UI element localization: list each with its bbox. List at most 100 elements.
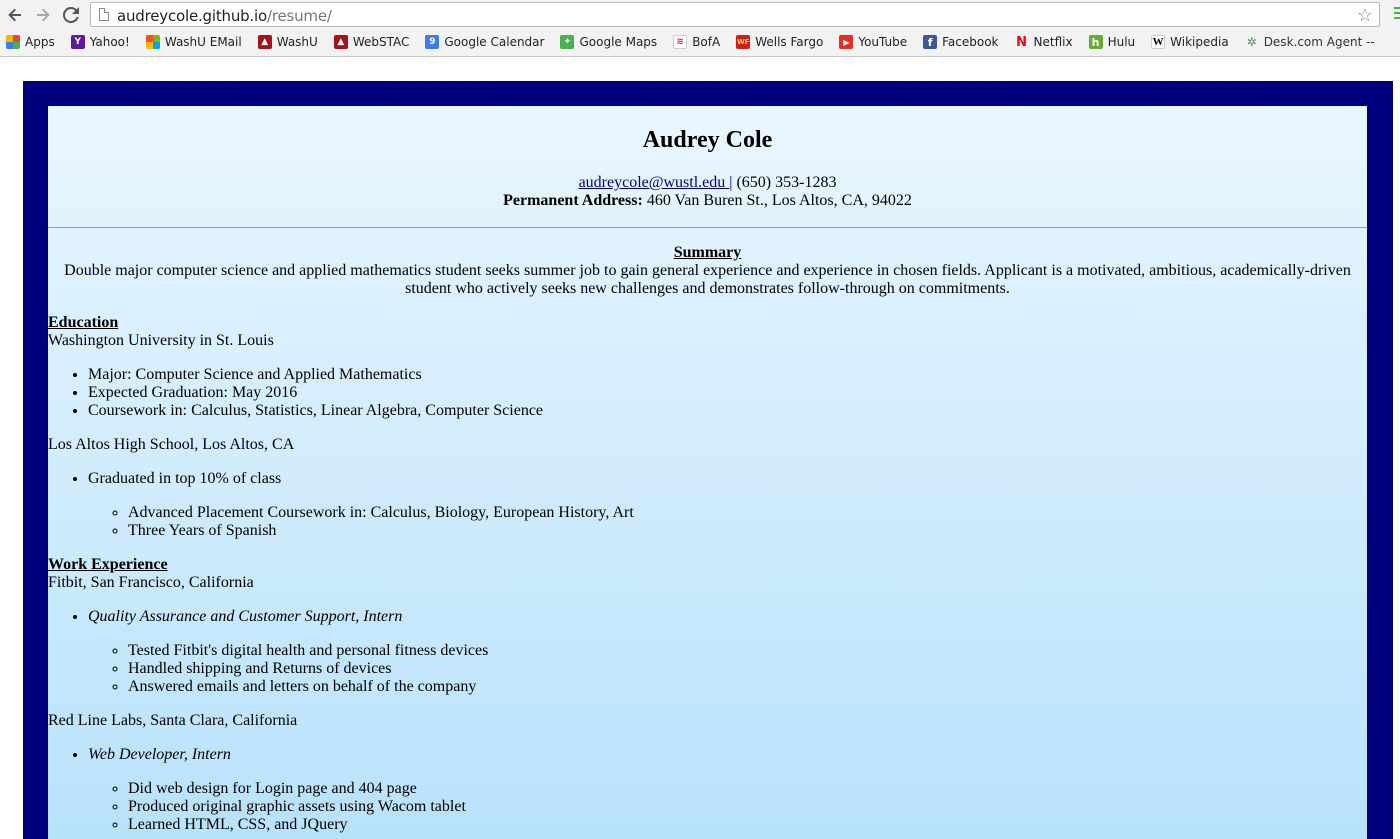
list-item: Major: Computer Science and Applied Math… <box>88 366 1367 384</box>
bookmark-youtube[interactable]: ▶ YouTube <box>839 35 907 49</box>
resume-sheet: Audrey Cole audreycole@wustl.edu | (650)… <box>48 106 1367 839</box>
header-divider <box>48 227 1367 228</box>
bookmark-label: WebSTAC <box>352 35 410 49</box>
education-list: Major: Computer Science and Applied Math… <box>48 366 1367 420</box>
list-item-text: Graduated in top 10% of class <box>88 470 282 487</box>
netflix-icon: N <box>1016 34 1027 50</box>
phone-number: (650) 353-1283 <box>736 174 837 191</box>
bookmark-label: WashU EMail <box>164 35 242 49</box>
windows-icon <box>145 35 160 49</box>
sub-list: Did web design for Login page and 404 pa… <box>88 780 1367 834</box>
bookmark-label: Apps <box>25 35 55 49</box>
list-item: Graduated in top 10% of class Advanced P… <box>88 470 1367 540</box>
bookmark-google-calendar[interactable]: 9 Google Calendar <box>425 35 544 49</box>
url-text[interactable]: audreycole.github.io/resume/ <box>117 7 332 25</box>
list-item: Expected Graduation: May 2016 <box>88 384 1367 402</box>
bookmark-washu[interactable]: ▲ WashU <box>257 35 318 49</box>
forward-button[interactable] <box>32 4 54 26</box>
address-bar[interactable]: audreycole.github.io/resume/ ☆ <box>90 2 1380 27</box>
address-label: Permanent Address: <box>503 192 643 209</box>
sub-list-item: Three Years of Spanish <box>128 522 1367 540</box>
menu-icon[interactable] <box>1394 7 1400 22</box>
list-item: Coursework in: Calculus, Statistics, Lin… <box>88 402 1367 420</box>
bookmark-yahoo[interactable]: Y Yahoo! <box>70 35 130 49</box>
company-name: Fitbit, San Francisco, California <box>48 574 254 591</box>
job-role: Web Developer, Intern <box>88 746 231 763</box>
address-text: 460 Van Buren St., Los Altos, CA, 94022 <box>646 192 912 209</box>
apps-grid-icon <box>6 35 20 49</box>
resume-header: Audrey Cole audreycole@wustl.edu | (650)… <box>48 106 1367 210</box>
hulu-icon: h <box>1088 35 1103 49</box>
reload-button[interactable] <box>60 4 82 26</box>
summary-title: Summary <box>673 244 742 261</box>
calendar-icon: 9 <box>425 35 440 49</box>
summary-section: Summary Double major computer science an… <box>48 244 1367 298</box>
sub-list-item: Produced original graphic assets using W… <box>128 798 1367 816</box>
bookmark-label: Netflix <box>1033 35 1073 49</box>
email-link[interactable]: audreycole@wustl.edu <box>579 174 730 191</box>
sub-list-item: Learned HTML, CSS, and JQuery <box>128 816 1367 834</box>
contact-info: audreycole@wustl.edu | (650) 353-1283 Pe… <box>48 174 1367 210</box>
bookmark-label: YouTube <box>858 35 908 49</box>
work-section: Work Experience Fitbit, San Francisco, C… <box>48 556 1367 834</box>
sub-list: Advanced Placement Coursework in: Calcul… <box>88 504 1367 540</box>
contact-separator: | <box>729 174 733 191</box>
bookmark-hulu[interactable]: h Hulu <box>1088 35 1136 49</box>
reload-icon <box>63 7 79 23</box>
summary-text: Double major computer science and applie… <box>64 262 1351 297</box>
washu-shield-icon: ▲ <box>333 35 348 49</box>
bookmark-label: WashU <box>276 35 318 49</box>
sub-list: Tested Fitbit's digital health and perso… <box>88 642 1367 696</box>
bookmark-label: Yahoo! <box>89 35 130 49</box>
bookmarks-bar: Apps Y Yahoo! WashU EMail ▲ WashU ▲ WebSTAC… <box>0 31 1400 53</box>
bookmark-washu-email[interactable]: WashU EMail <box>145 35 242 49</box>
bofa-icon: ≋ <box>673 35 688 49</box>
browser-chrome: audreycole.github.io/resume/ ☆ Apps Y Yah… <box>0 0 1400 57</box>
page-icon <box>99 8 109 21</box>
company-name: Red Line Labs, Santa Clara, California <box>48 712 298 729</box>
maps-icon: ✦ <box>560 35 575 49</box>
bookmark-label: Wells Fargo <box>755 35 824 49</box>
education-section: Education Washington University in St. L… <box>48 314 1367 540</box>
work-title: Work Experience <box>48 556 168 573</box>
bookmark-google-maps[interactable]: ✦ Google Maps <box>560 35 657 49</box>
school-name: Washington University in St. Louis <box>48 332 274 349</box>
wells-fargo-icon: WF <box>736 35 751 49</box>
bookmark-star-icon[interactable]: ☆ <box>1357 5 1373 26</box>
resume-name: Audrey Cole <box>642 127 773 153</box>
bookmark-facebook[interactable]: f Facebook <box>923 35 999 49</box>
bookmark-wells-fargo[interactable]: WF Wells Fargo <box>736 35 823 49</box>
washu-shield-icon: ▲ <box>257 35 272 49</box>
forward-arrow-icon <box>37 8 50 22</box>
bookmark-apps[interactable]: Apps <box>6 35 55 49</box>
education-title: Education <box>48 314 119 331</box>
bookmark-label: Google Calendar <box>444 35 545 49</box>
bookmark-wikipedia[interactable]: W Wikipedia <box>1151 35 1229 49</box>
sub-list-item: Advanced Placement Coursework in: Calcul… <box>128 504 1367 522</box>
url-path: /resume/ <box>266 7 332 25</box>
sub-list-item: Did web design for Login page and 404 pa… <box>128 780 1367 798</box>
bookmark-desk[interactable]: ✲ Desk.com Agent -- <box>1245 35 1375 49</box>
bookmark-bofa[interactable]: ≋ BofA <box>673 35 720 49</box>
bookmark-label: Facebook <box>942 35 999 49</box>
wikipedia-icon: W <box>1151 35 1166 49</box>
yahoo-icon: Y <box>70 35 85 49</box>
bookmark-netflix[interactable]: N Netflix <box>1015 34 1073 50</box>
work-list: Quality Assurance and Customer Support, … <box>48 608 1367 696</box>
sub-list-item: Tested Fitbit's digital health and perso… <box>128 642 1367 660</box>
url-host: audreycole.github.io <box>117 7 267 25</box>
back-arrow-icon <box>8 8 21 22</box>
school-name: Los Altos High School, Los Altos, CA <box>48 436 295 453</box>
education-list: Graduated in top 10% of class Advanced P… <box>48 470 1367 540</box>
back-button[interactable] <box>4 4 26 26</box>
list-item: Web Developer, Intern Did web design for… <box>88 746 1367 834</box>
youtube-icon: ▶ <box>839 35 854 49</box>
bookmark-label: Desk.com Agent -- <box>1263 35 1375 49</box>
bookmark-label: Hulu <box>1107 35 1136 49</box>
sub-list-item: Handled shipping and Returns of devices <box>128 660 1367 678</box>
desk-icon: ✲ <box>1246 35 1257 49</box>
bookmark-label: Google Maps <box>579 35 658 49</box>
sub-list-item: Answered emails and letters on behalf of… <box>128 678 1367 696</box>
bookmark-webstac[interactable]: ▲ WebSTAC <box>333 35 410 49</box>
work-list: Web Developer, Intern Did web design for… <box>48 746 1367 834</box>
